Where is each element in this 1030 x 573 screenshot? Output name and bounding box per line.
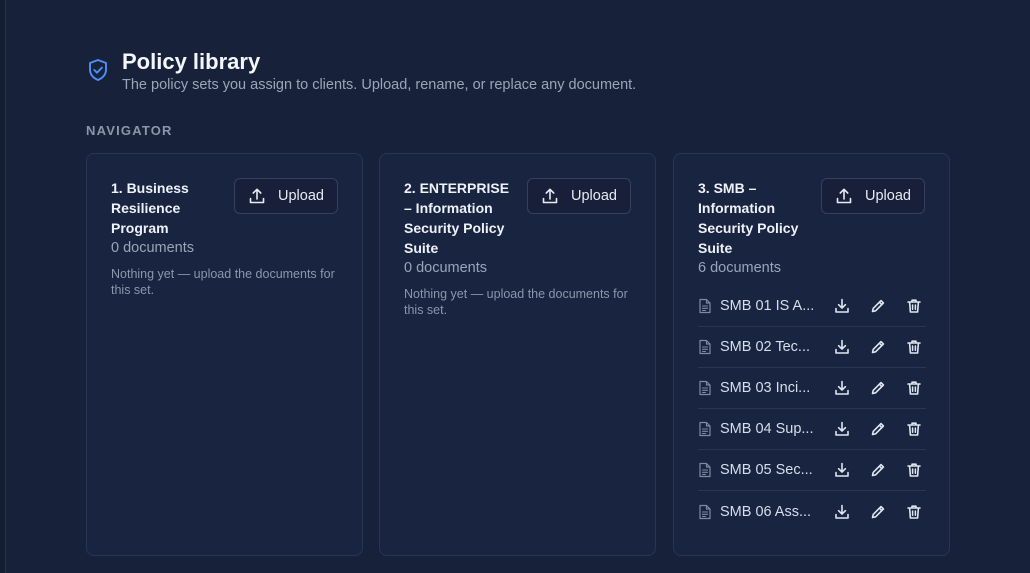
upload-icon bbox=[542, 188, 558, 204]
card-title: 3. SMB – Information Security Policy Sui… bbox=[698, 180, 799, 256]
document-row: SMB 01 IS A... bbox=[698, 286, 926, 327]
navigator-label: NAVIGATOR bbox=[86, 123, 173, 138]
upload-label: Upload bbox=[865, 188, 911, 204]
shield-check-icon bbox=[86, 58, 110, 82]
document-count: 0 documents bbox=[404, 260, 488, 276]
download-icon[interactable] bbox=[832, 296, 852, 316]
document-name[interactable]: SMB 03 Inci... bbox=[720, 380, 816, 396]
upload-button[interactable]: Upload bbox=[234, 178, 338, 214]
download-icon[interactable] bbox=[832, 337, 852, 357]
upload-label: Upload bbox=[278, 188, 324, 204]
download-icon[interactable] bbox=[832, 502, 852, 522]
document-row: SMB 03 Inci... bbox=[698, 368, 926, 409]
document-name[interactable]: SMB 02 Tec... bbox=[720, 339, 816, 355]
trash-icon[interactable] bbox=[904, 460, 924, 480]
upload-icon bbox=[836, 188, 852, 204]
trash-icon[interactable] bbox=[904, 337, 924, 357]
file-text-icon bbox=[698, 339, 712, 355]
document-name[interactable]: SMB 06 Ass... bbox=[720, 504, 816, 520]
document-name[interactable]: SMB 01 IS A... bbox=[720, 298, 816, 314]
pencil-icon[interactable] bbox=[868, 378, 888, 398]
document-row: SMB 05 Sec... bbox=[698, 450, 926, 491]
file-text-icon bbox=[698, 504, 712, 520]
pencil-icon[interactable] bbox=[868, 296, 888, 316]
trash-icon[interactable] bbox=[904, 502, 924, 522]
document-list: SMB 01 IS A... SMB 02 Tec... SMB 03 Inci… bbox=[698, 286, 926, 532]
card-title: 2. ENTERPRISE – Information Security Pol… bbox=[404, 180, 510, 256]
document-row: SMB 02 Tec... bbox=[698, 327, 926, 368]
trash-icon[interactable] bbox=[904, 296, 924, 316]
document-name[interactable]: SMB 04 Sup... bbox=[720, 421, 816, 437]
page-title: Policy library bbox=[122, 49, 261, 74]
policy-set-card-1: 1. Business Resilience Program 0 documen… bbox=[86, 153, 363, 556]
document-row: SMB 04 Sup... bbox=[698, 409, 926, 450]
upload-button[interactable]: Upload bbox=[527, 178, 631, 214]
document-count: 0 documents bbox=[111, 240, 195, 256]
download-icon[interactable] bbox=[832, 378, 852, 398]
card-title: 1. Business Resilience Program bbox=[111, 180, 189, 236]
upload-icon bbox=[249, 188, 265, 204]
pencil-icon[interactable] bbox=[868, 460, 888, 480]
pencil-icon[interactable] bbox=[868, 419, 888, 439]
pencil-icon[interactable] bbox=[868, 502, 888, 522]
pencil-icon[interactable] bbox=[868, 337, 888, 357]
file-text-icon bbox=[698, 462, 712, 478]
policy-set-card-3: 3. SMB – Information Security Policy Sui… bbox=[673, 153, 950, 556]
document-name[interactable]: SMB 05 Sec... bbox=[720, 462, 816, 478]
policy-set-card-2: 2. ENTERPRISE – Information Security Pol… bbox=[379, 153, 656, 556]
upload-button[interactable]: Upload bbox=[821, 178, 925, 214]
empty-state-note: Nothing yet — upload the documents for t… bbox=[111, 267, 335, 297]
empty-state-note: Nothing yet — upload the documents for t… bbox=[404, 287, 628, 317]
file-text-icon bbox=[698, 380, 712, 396]
document-row: SMB 06 Ass... bbox=[698, 491, 926, 532]
page-header: Policy library The policy sets you assig… bbox=[86, 48, 636, 93]
page-subtitle: The policy sets you assign to clients. U… bbox=[122, 77, 637, 93]
trash-icon[interactable] bbox=[904, 419, 924, 439]
left-rail bbox=[0, 0, 6, 573]
file-text-icon bbox=[698, 421, 712, 437]
download-icon[interactable] bbox=[832, 419, 852, 439]
upload-label: Upload bbox=[571, 188, 617, 204]
download-icon[interactable] bbox=[832, 460, 852, 480]
trash-icon[interactable] bbox=[904, 378, 924, 398]
file-text-icon bbox=[698, 298, 712, 314]
document-count: 6 documents bbox=[698, 260, 782, 276]
